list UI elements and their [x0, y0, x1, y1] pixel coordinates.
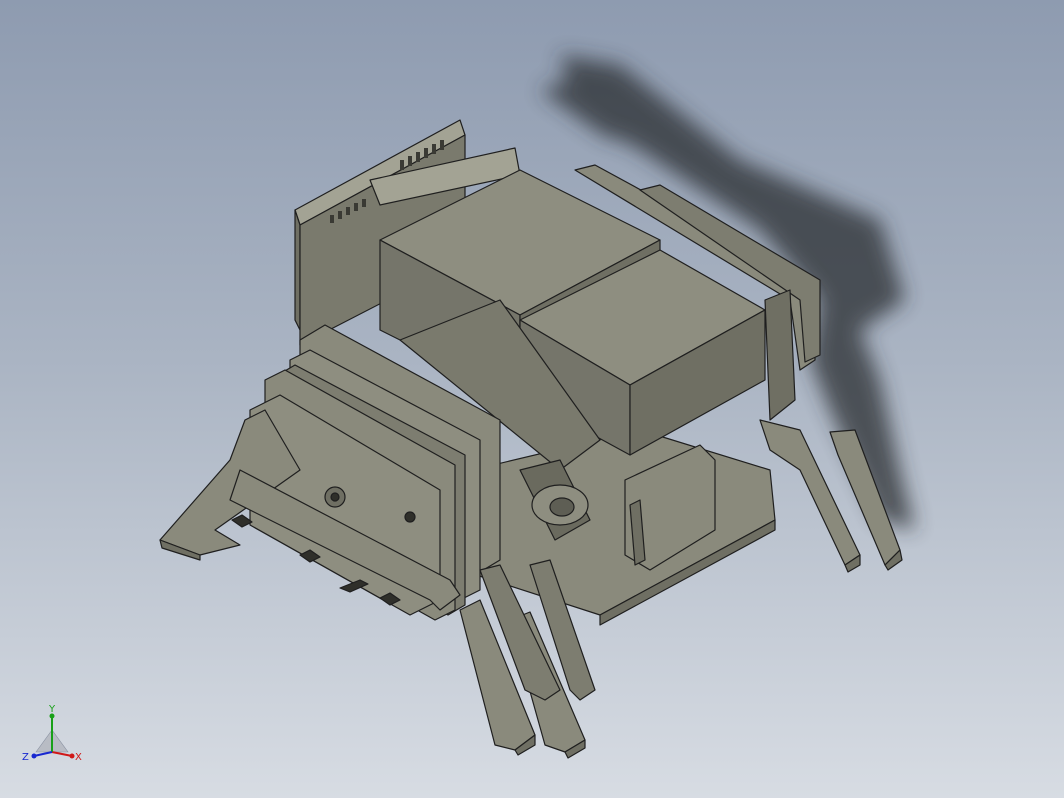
triad-y-label: Y: [48, 704, 56, 715]
triad-x-label: X: [75, 752, 82, 763]
orientation-triad[interactable]: X Y Z: [16, 700, 88, 772]
triad-z-tip-icon: [31, 753, 37, 759]
triad-z-axis: [33, 751, 53, 757]
triad-z-label: Z: [22, 752, 29, 763]
graphics-viewport[interactable]: X Y Z: [0, 0, 1064, 798]
cad-model-scene[interactable]: [0, 0, 1064, 798]
triad-x-axis: [51, 751, 73, 757]
triad-x-tip-icon: [69, 753, 75, 759]
